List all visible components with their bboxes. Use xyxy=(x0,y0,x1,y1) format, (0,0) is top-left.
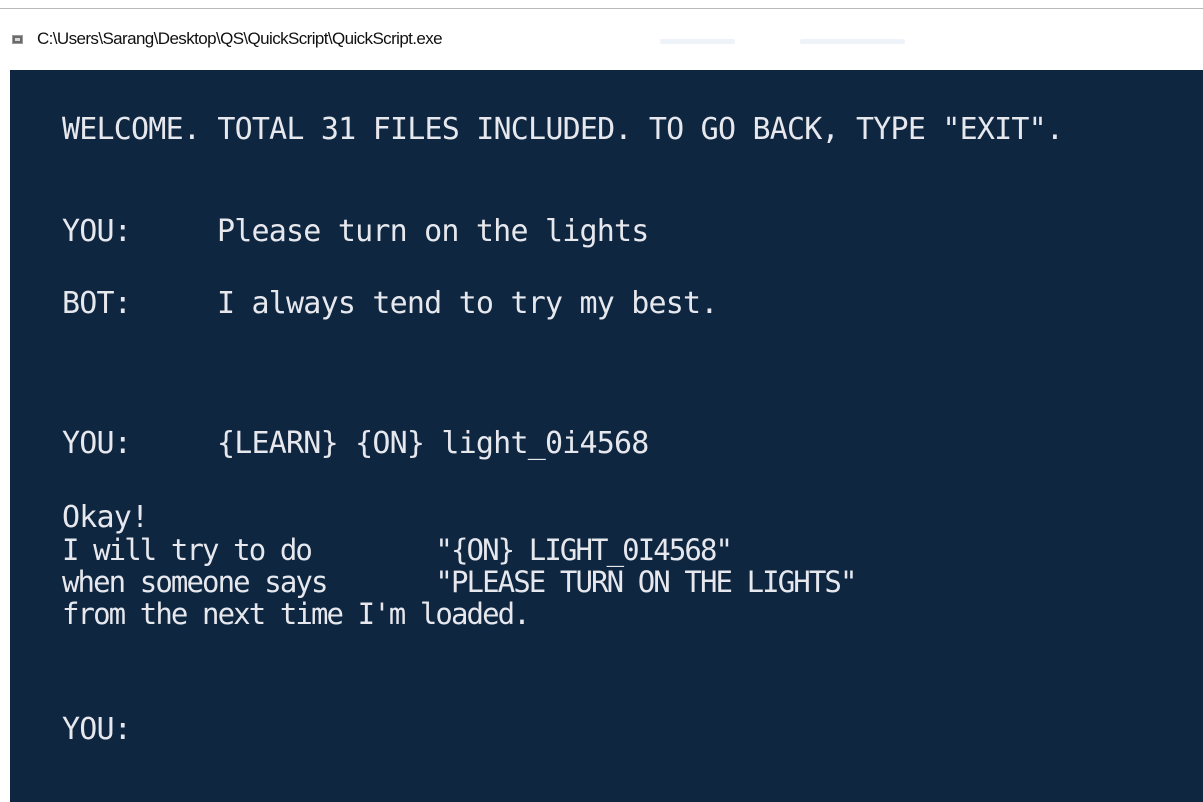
window-title: C:\Users\Sarang\Desktop\QS\QuickScript\Q… xyxy=(37,29,443,48)
learn-response-line: I will try to do "{ON} LIGHT_0I4568" xyxy=(62,533,733,567)
window-top-edge xyxy=(0,0,1203,9)
welcome-message: WELCOME. TOTAL 31 FILES INCLUDED. TO GO … xyxy=(62,112,1064,147)
learn-command: {LEARN} {ON} light_0i4568 xyxy=(217,426,649,461)
title-bar[interactable]: C:\Users\Sarang\Desktop\QS\QuickScript\Q… xyxy=(0,9,1203,70)
console-window: C:\Users\Sarang\Desktop\QS\QuickScript\Q… xyxy=(0,0,1203,802)
learn-response-line: from the next time I'm loaded. xyxy=(62,597,531,631)
current-user-prompt[interactable]: YOU: xyxy=(62,714,132,746)
bot-message: I always tend to try my best. xyxy=(217,286,718,321)
user-message: Please turn on the lights xyxy=(217,214,649,249)
titlebar-shadow xyxy=(660,39,735,44)
bot-label: BOT: xyxy=(62,286,132,321)
titlebar-shadow xyxy=(800,39,905,44)
console-output-area[interactable]: WELCOME. TOTAL 31 FILES INCLUDED. TO GO … xyxy=(10,70,1203,802)
learn-response-line: when someone says "PLEASE TURN ON THE LI… xyxy=(62,565,857,599)
user-label: YOU: xyxy=(62,214,132,249)
user-label: YOU: xyxy=(62,426,132,461)
console-app-icon[interactable] xyxy=(12,35,23,44)
learn-confirmation: Okay! xyxy=(62,500,149,535)
